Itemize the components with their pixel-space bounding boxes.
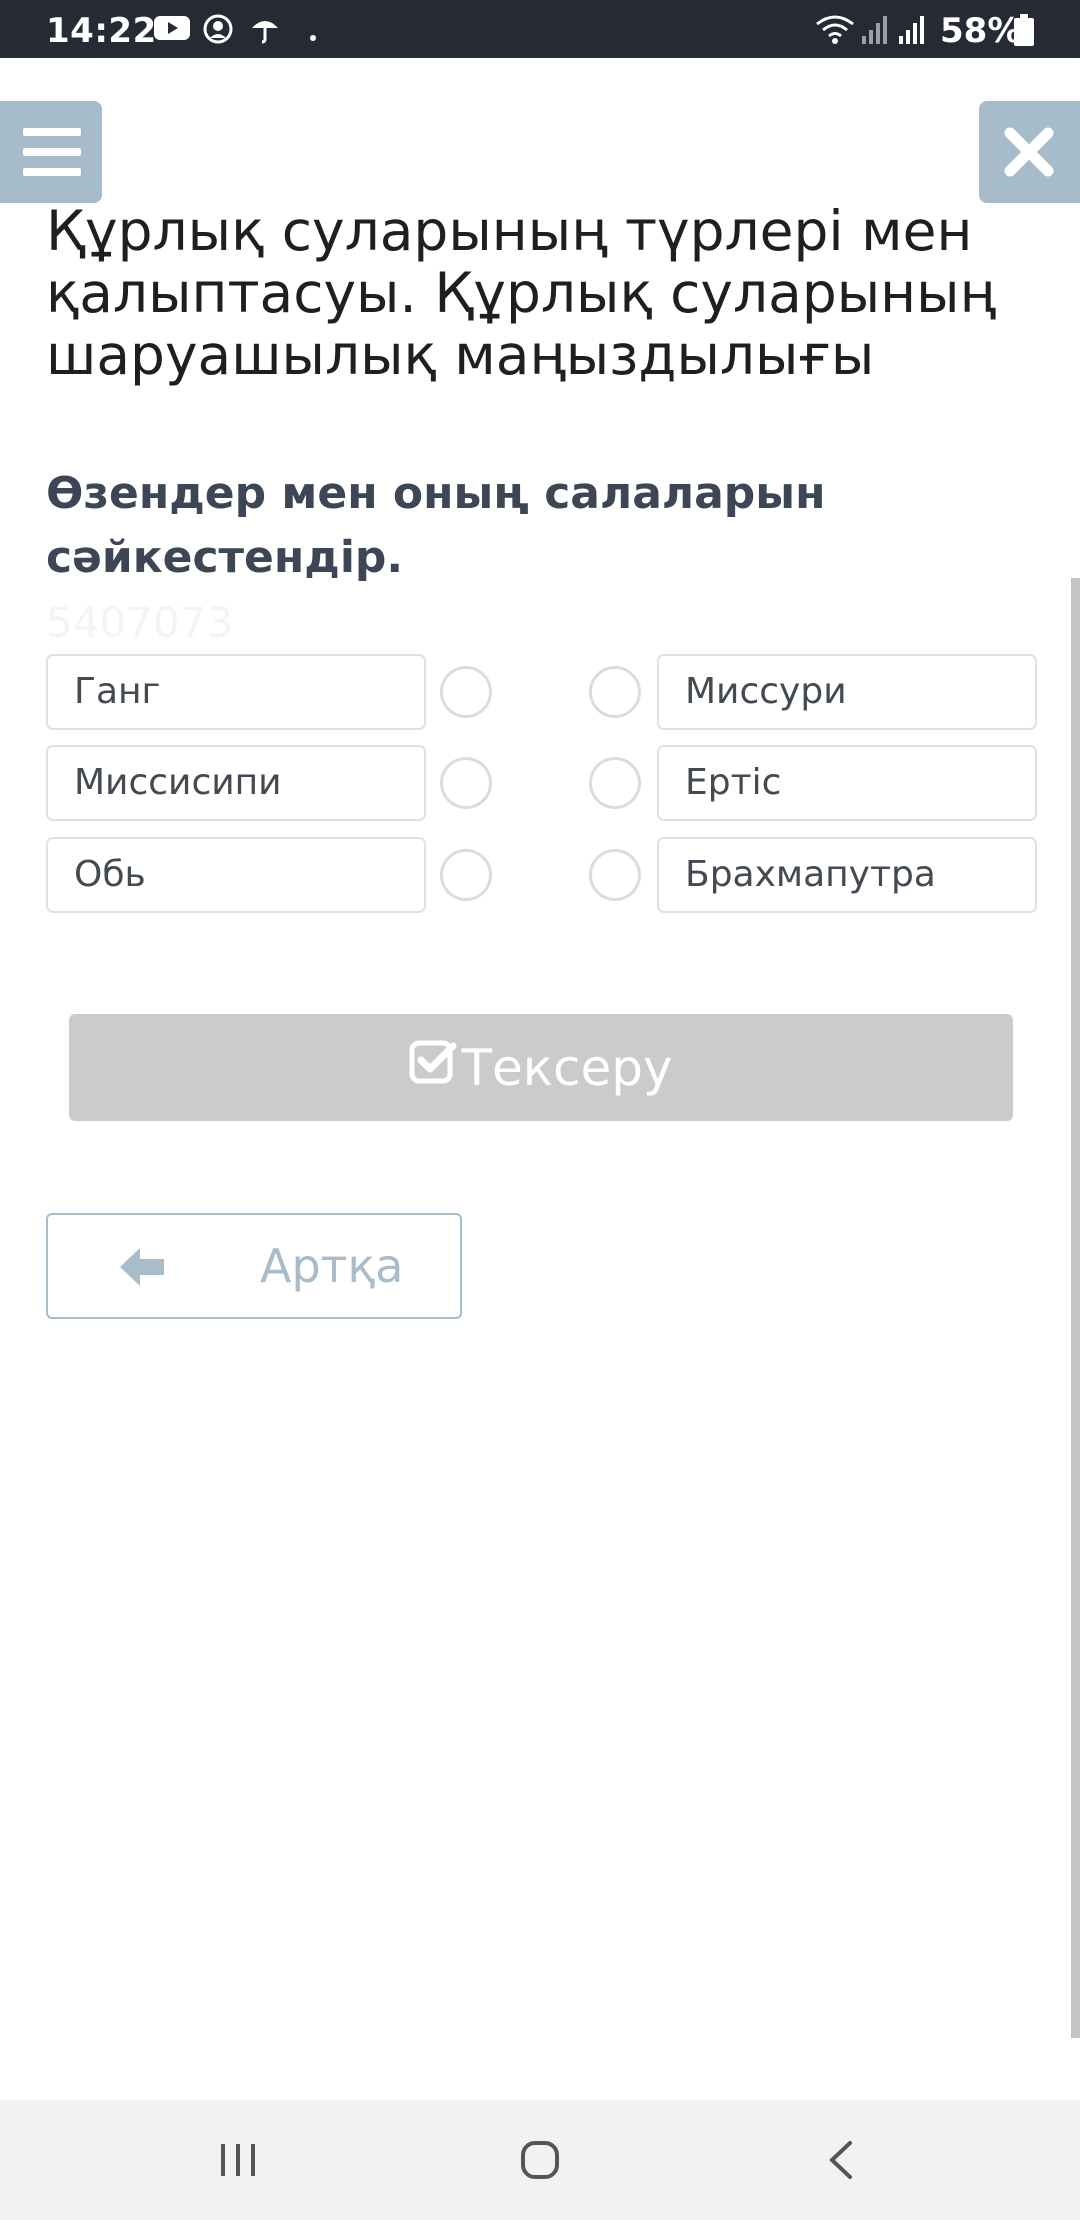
status-bar: 14:22 58% <box>0 0 1080 58</box>
task-id: 5407073 <box>46 598 234 647</box>
recent-apps-icon[interactable] <box>218 2140 258 2184</box>
page-title: Құрлық суларының түрлері мен қалыптасуы.… <box>46 199 996 387</box>
match-left-item[interactable]: Миссисипи <box>46 745 426 821</box>
battery-percent: 58% <box>940 11 1022 51</box>
task-instruction: Өзендер мен оның салаларын сәйкестендір. <box>46 468 826 583</box>
umbrella-icon <box>250 14 280 48</box>
scrollbar[interactable] <box>1071 578 1080 2038</box>
match-left-radio[interactable] <box>440 849 492 901</box>
battery-icon <box>1014 14 1034 50</box>
match-right-radio[interactable] <box>589 849 641 901</box>
arrow-left-icon <box>118 1245 166 1293</box>
status-time: 14:22 <box>46 11 157 51</box>
home-icon[interactable] <box>520 2140 560 2184</box>
wifi-icon <box>815 14 855 50</box>
hamburger-menu-icon <box>23 126 81 182</box>
match-right-item[interactable]: Миссури <box>657 654 1037 730</box>
match-left-item[interactable]: Обь <box>46 837 426 913</box>
signal-icon <box>862 14 888 48</box>
match-right-radio[interactable] <box>589 757 641 809</box>
match-left-radio[interactable] <box>440 757 492 809</box>
youtube-icon <box>154 14 190 46</box>
close-button[interactable] <box>979 101 1080 203</box>
back-button[interactable]: Артқа <box>46 1213 462 1319</box>
back-icon[interactable] <box>826 2140 856 2184</box>
match-left-radio[interactable] <box>440 666 492 718</box>
match-right-radio[interactable] <box>589 666 641 718</box>
close-x-icon <box>1004 127 1054 181</box>
match-right-item[interactable]: Ертіс <box>657 745 1037 821</box>
system-nav-bar <box>0 2100 1080 2220</box>
check-button-label: Тексеру <box>461 1038 673 1097</box>
back-button-label: Артқа <box>260 1239 404 1293</box>
menu-button[interactable] <box>0 101 102 203</box>
match-right-item[interactable]: Брахмапутра <box>657 837 1037 913</box>
check-square-icon <box>409 1038 461 1098</box>
check-button[interactable]: Тексеру <box>69 1014 1013 1121</box>
account-icon <box>203 14 233 48</box>
signal-icon <box>899 14 925 48</box>
dot-icon <box>310 26 316 45</box>
match-left-item[interactable]: Ганг <box>46 654 426 730</box>
